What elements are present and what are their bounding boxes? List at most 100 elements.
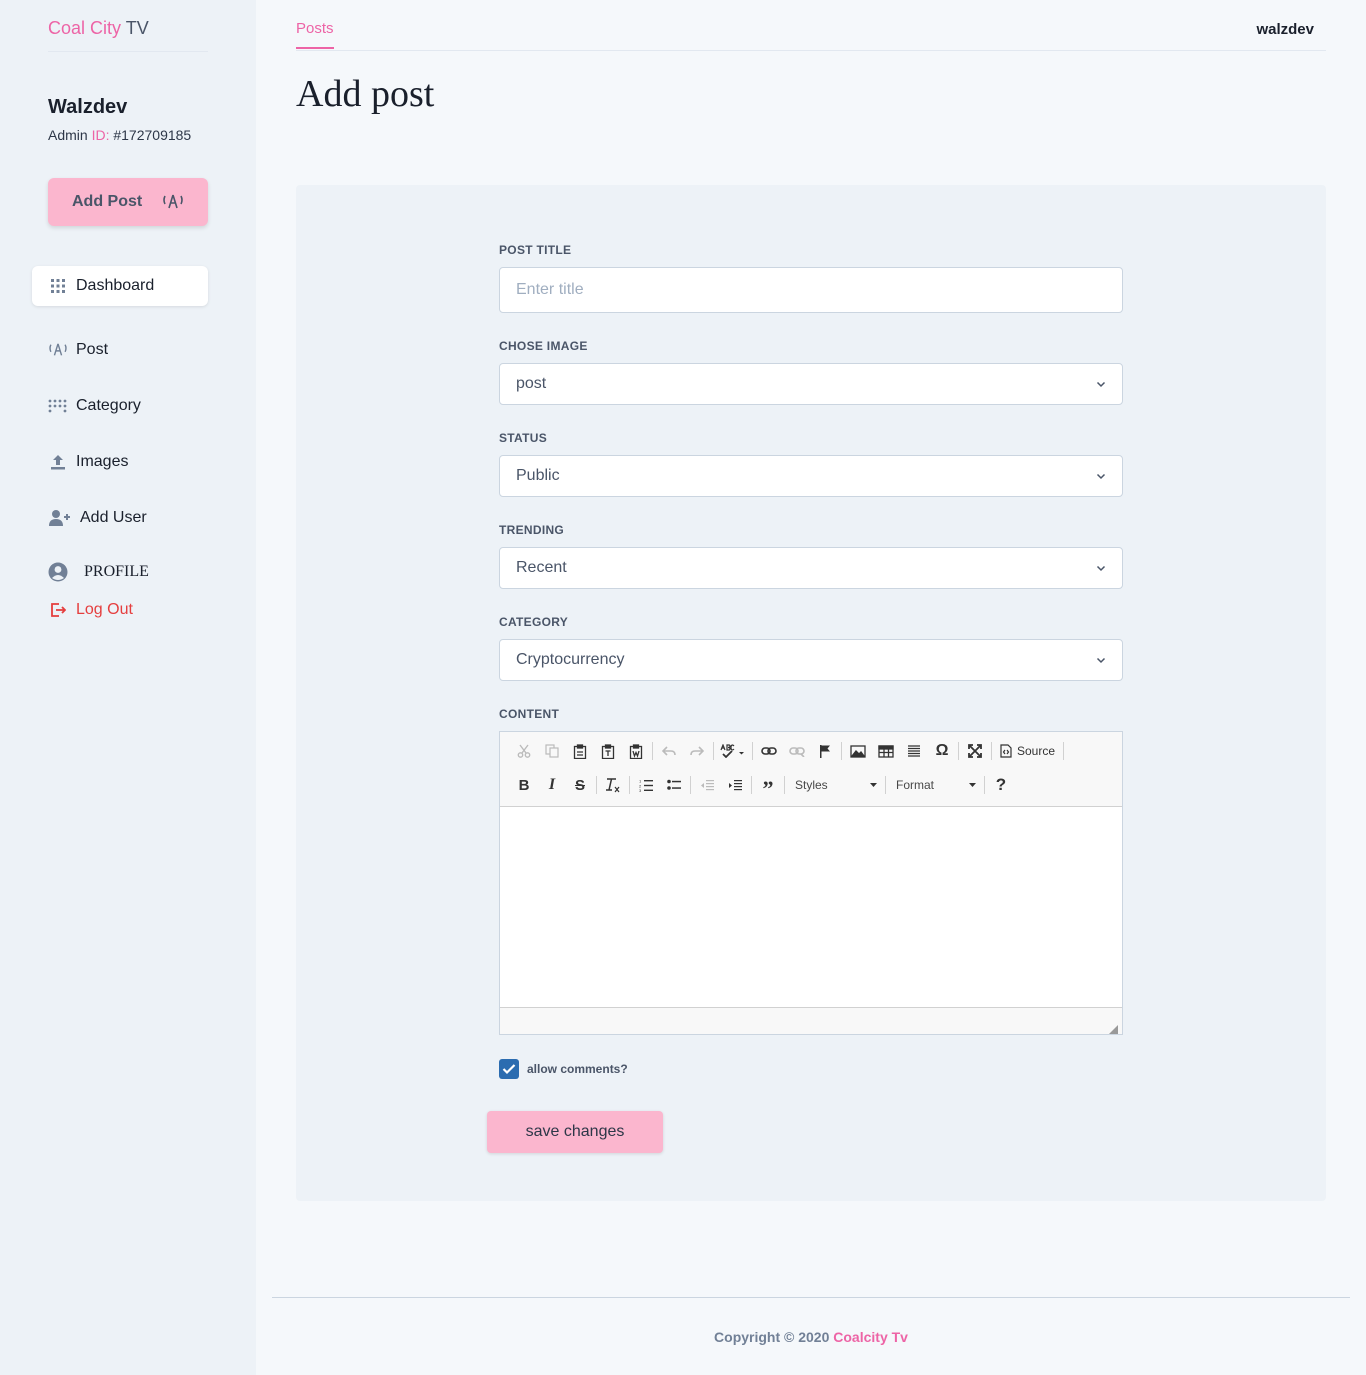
header-username[interactable]: walzdev [1256,21,1314,38]
toolbar-separator [958,742,959,760]
sidebar-item-label: PROFILE [84,563,149,580]
brand-logo[interactable]: Coal City TV [48,18,208,52]
styles-label: Styles [795,778,828,792]
unlink-icon[interactable] [783,739,811,763]
cut-icon[interactable] [510,739,538,763]
undo-icon[interactable] [655,739,683,763]
allow-comments-checkbox[interactable] [499,1059,519,1079]
toolbar-separator [984,776,985,794]
save-changes-button[interactable]: save changes [487,1111,663,1153]
logout-icon [48,600,68,620]
sidebar-item-label: Images [76,453,129,470]
content-editor: Ω Source B I S 123 ” Styles Format ? [499,731,1123,1035]
toolbar-separator [690,776,691,794]
svg-text:3: 3 [639,788,642,792]
resize-handle-icon[interactable] [1109,1021,1118,1034]
trending-select[interactable]: Recent [499,547,1123,589]
spellcheck-icon[interactable] [716,739,750,763]
trending-select-value: Recent [516,559,567,576]
page-title: Add post [296,73,435,115]
add-post-form: POST TITLE CHOSE IMAGE post STATUS Publi… [296,185,1326,1201]
editor-toolbar: Ω Source B I S 123 ” Styles Format ? [500,732,1122,807]
sidebar-item-label: Post [76,341,109,358]
redo-icon[interactable] [683,739,711,763]
toolbar-separator [784,776,785,794]
format-dropdown[interactable]: Format [888,773,982,797]
help-icon[interactable]: ? [987,773,1015,797]
add-post-button[interactable]: Add Post [48,178,208,226]
sidebar-item-label: Add User [80,509,147,526]
sidebar-item-add-user[interactable]: Add User [32,498,208,538]
indent-icon[interactable] [721,773,749,797]
outdent-icon[interactable] [693,773,721,797]
toolbar-separator [752,742,753,760]
sidebar-item-category[interactable]: Category [32,386,208,426]
image-select-value: post [516,375,547,392]
status-select[interactable]: Public [499,455,1123,497]
maximize-icon[interactable] [961,739,989,763]
editor-toolbar-row: Ω Source [510,738,1066,764]
content-label: CONTENT [499,707,560,721]
sidebar-item-label: Log Out [76,601,133,618]
check-icon [502,1064,516,1075]
paste-icon[interactable] [566,739,594,763]
italic-icon[interactable]: I [538,773,566,797]
sidebar-item-label: Dashboard [76,277,155,294]
toolbar-separator [629,776,630,794]
blockquote-icon[interactable]: ” [754,773,782,801]
copyright-text: Copyright © 2020 [714,1329,830,1345]
source-button[interactable]: Source [994,739,1061,763]
editor-footer [500,1007,1122,1034]
user-add-icon [48,508,72,528]
status-select-value: Public [516,467,560,484]
footer-brand-link[interactable]: Coalcity Tv [833,1329,908,1345]
bulleted-list-icon[interactable] [660,773,688,797]
format-label: Format [896,778,935,792]
status-label: STATUS [499,431,548,445]
paste-word-icon[interactable] [622,739,650,763]
image-icon[interactable] [844,739,872,763]
image-label: CHOSE IMAGE [499,339,588,353]
user-role: Admin [48,127,88,143]
toolbar-separator [652,742,653,760]
copy-icon[interactable] [538,739,566,763]
source-code-icon [1000,744,1012,758]
user-id-value: #172709185 [113,127,192,143]
styles-dropdown[interactable]: Styles [787,773,883,797]
anchor-flag-icon[interactable] [811,739,839,763]
caret-down-icon [969,783,976,787]
sidebar-item-profile[interactable]: PROFILE [32,552,208,592]
special-char-icon[interactable]: Ω [928,739,956,763]
sidebar-item-logout[interactable]: Log Out [32,590,208,630]
toolbar-separator [596,776,597,794]
add-post-label: Add Post [72,193,143,210]
sidebar-item-post[interactable]: Post [32,330,208,370]
numbered-list-icon[interactable]: 123 [632,773,660,797]
strikethrough-icon[interactable]: S [566,773,594,797]
top-nav: Posts walzdev [296,0,1326,51]
table-icon[interactable] [872,739,900,763]
category-select[interactable]: Cryptocurrency [499,639,1123,681]
allow-comments-label: allow comments? [527,1062,628,1076]
sidebar-item-dashboard[interactable]: Dashboard [32,266,208,306]
caret-down-icon [870,783,877,787]
upload-icon [48,452,68,472]
chevron-down-icon [1096,655,1106,665]
image-select[interactable]: post [499,363,1123,405]
tab-posts[interactable]: Posts [296,20,334,49]
paste-text-icon[interactable] [594,739,622,763]
sidebar-item-images[interactable]: Images [32,442,208,482]
user-circle-icon [48,562,68,582]
allow-comments-row: allow comments? [499,1059,628,1079]
user-id-label: ID: [91,127,110,143]
link-icon[interactable] [755,739,783,763]
toolbar-separator [713,742,714,760]
post-title-input[interactable] [499,267,1123,313]
editor-content-area[interactable] [500,807,1122,1007]
bold-icon[interactable]: B [510,773,538,797]
horizontal-line-icon[interactable] [900,739,928,763]
toolbar-separator [885,776,886,794]
chevron-down-icon [1096,379,1106,389]
category-label: CATEGORY [499,615,569,629]
remove-format-icon[interactable] [599,773,627,797]
